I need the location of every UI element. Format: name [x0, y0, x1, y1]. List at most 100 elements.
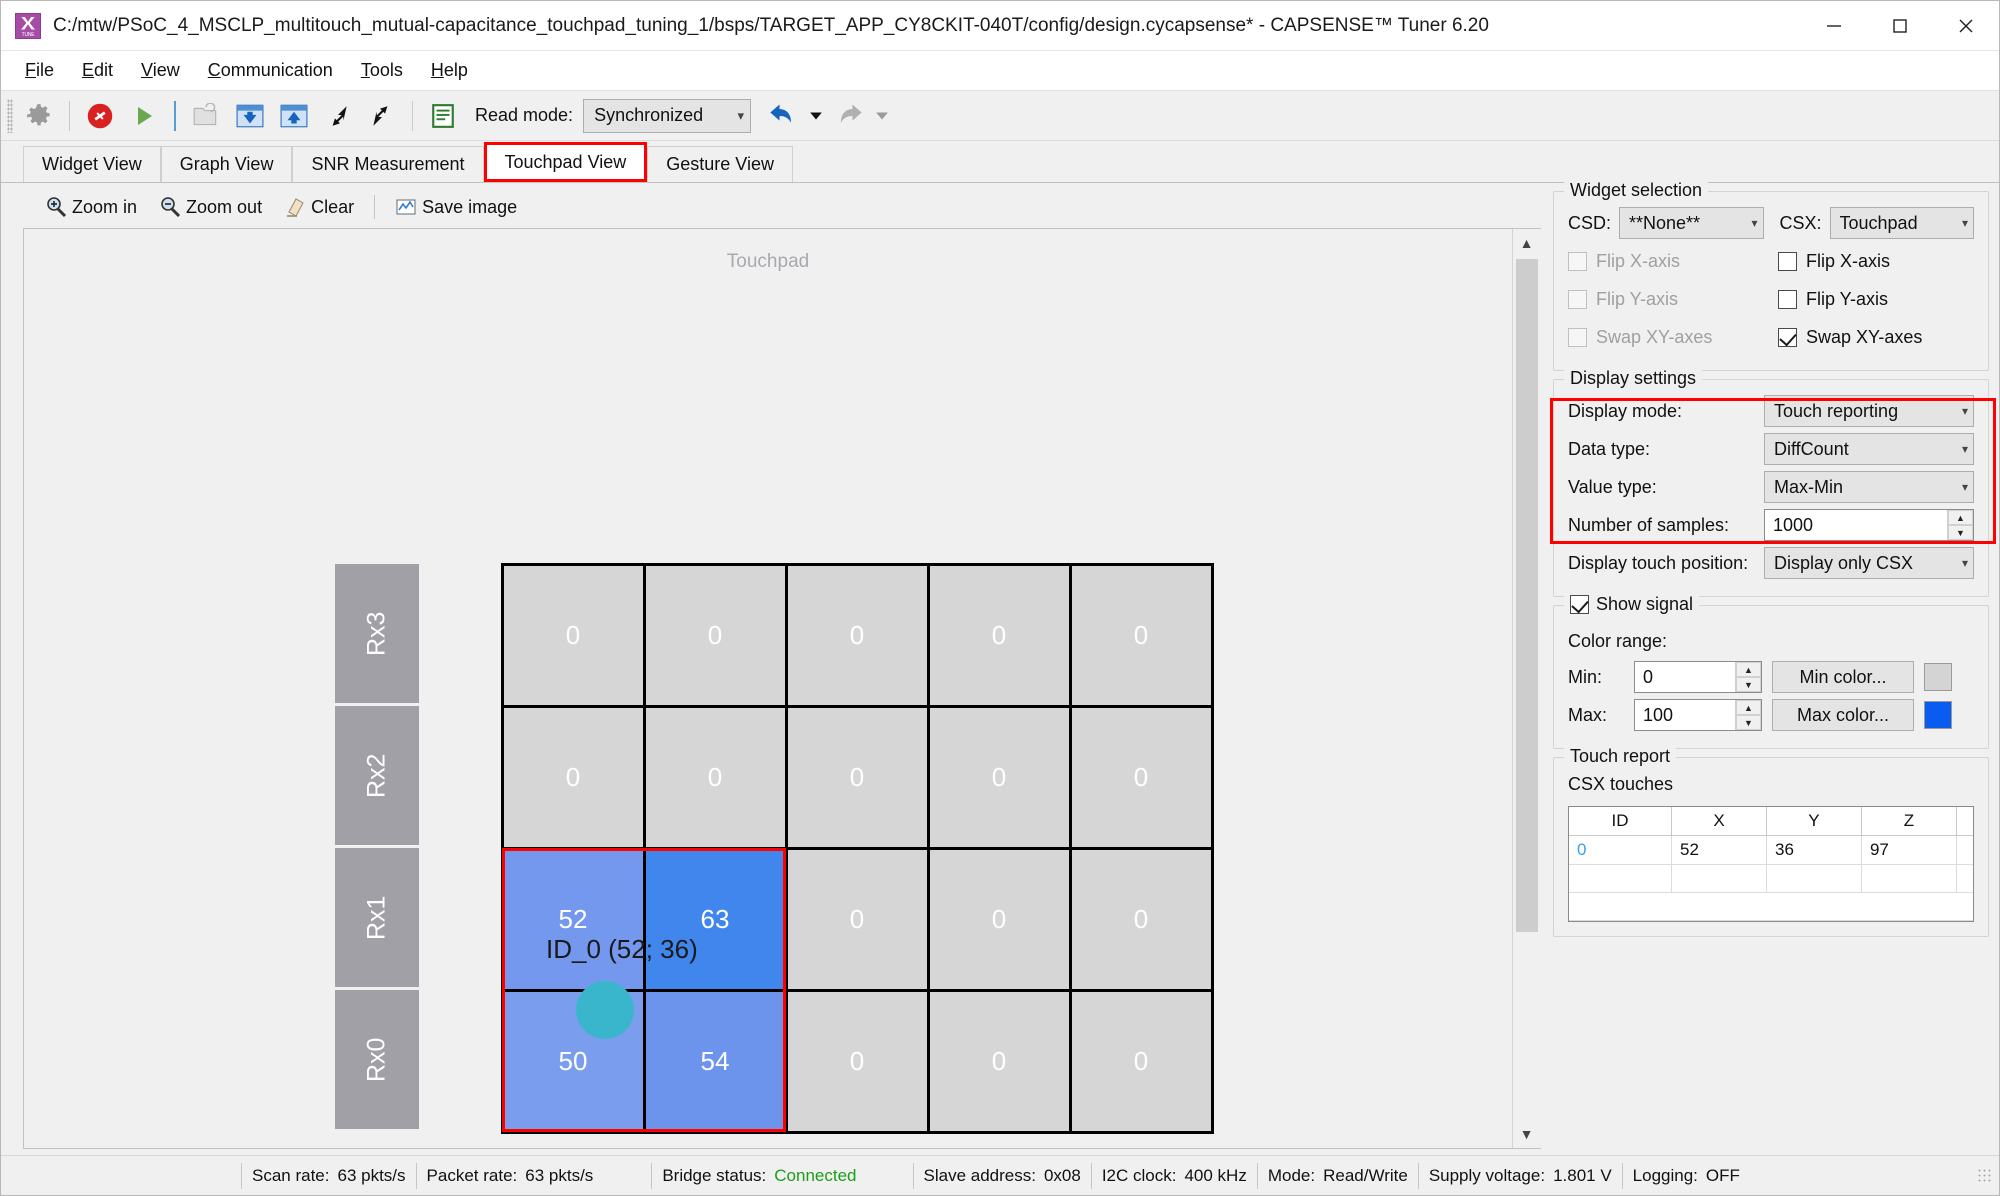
scroll-track[interactable]: [1512, 257, 1541, 1120]
grid-cell[interactable]: 0: [500, 704, 646, 850]
menu-tools[interactable]: Tools: [347, 56, 417, 85]
table-row[interactable]: [1569, 892, 1973, 921]
zoom-out-button[interactable]: Zoom out: [151, 193, 270, 221]
import-icon[interactable]: [316, 95, 360, 137]
scroll-up-arrow-icon[interactable]: ▲: [1512, 229, 1541, 257]
csd-swap-checkbox[interactable]: [1568, 327, 1587, 347]
grid-cell[interactable]: 52: [500, 846, 646, 992]
menu-file[interactable]: File: [11, 56, 68, 85]
grid-cell[interactable]: 0: [784, 704, 930, 850]
samples-input[interactable]: 1000 ▲ ▼: [1764, 509, 1974, 541]
export-icon[interactable]: [360, 95, 404, 137]
csd-flip-y-checkbox[interactable]: [1568, 289, 1587, 309]
csx-flip-y-checkbox[interactable]: [1778, 289, 1797, 309]
view-tabs: Widget View Graph View SNR Measurement T…: [1, 141, 1999, 183]
touch-position-select[interactable]: Display only CSX ▾: [1764, 547, 1974, 579]
csd-flip-x-checkbox[interactable]: [1568, 251, 1587, 271]
scroll-thumb[interactable]: [1515, 259, 1538, 933]
grid-cell[interactable]: 0: [642, 562, 788, 708]
zoom-in-button[interactable]: Zoom in: [37, 193, 145, 221]
value-type-select[interactable]: Max-Min ▾: [1764, 471, 1974, 503]
col-y[interactable]: Y: [1766, 807, 1862, 836]
stepper-up-icon[interactable]: ▲: [1736, 662, 1761, 677]
col-z[interactable]: Z: [1861, 807, 1957, 836]
min-stepper[interactable]: ▲ ▼: [1735, 662, 1761, 692]
grid-cell[interactable]: 0: [926, 846, 1072, 992]
grid-cell[interactable]: 63: [642, 846, 788, 992]
col-x[interactable]: X: [1671, 807, 1767, 836]
table-row[interactable]: [1569, 864, 1973, 893]
touchpad-canvas[interactable]: Touchpad Rx3 Rx2 Rx1 Rx0 0 0 0 0 0 0 0 0…: [24, 229, 1512, 1148]
start-icon[interactable]: [122, 95, 166, 137]
log-icon[interactable]: [421, 95, 465, 137]
stepper-down-icon[interactable]: ▼: [1736, 677, 1761, 692]
disconnect-icon[interactable]: [78, 95, 122, 137]
redo-icon[interactable]: [827, 95, 871, 137]
minimize-button[interactable]: [1801, 1, 1867, 51]
col-id[interactable]: ID: [1569, 807, 1672, 836]
csx-touches-table[interactable]: ID X Y Z 0 52 36 97: [1568, 806, 1974, 922]
touchpad-grid[interactable]: 0 0 0 0 0 0 0 0 0 0 52 63 0 0 0 50 54 0 …: [500, 562, 1214, 1134]
grid-cell[interactable]: 0: [1068, 704, 1214, 850]
apply-to-device-icon[interactable]: [228, 95, 272, 137]
data-type-select[interactable]: DiffCount ▾: [1764, 433, 1974, 465]
show-signal-checkbox[interactable]: [1570, 595, 1589, 614]
menu-help[interactable]: Help: [417, 56, 482, 85]
grid-cell[interactable]: 0: [1068, 988, 1214, 1134]
grid-cell[interactable]: 0: [926, 704, 1072, 850]
tab-snr-measurement[interactable]: SNR Measurement: [292, 146, 484, 182]
grid-cell[interactable]: 0: [926, 988, 1072, 1134]
apply-to-project-icon[interactable]: [272, 95, 316, 137]
grid-cell[interactable]: 0: [642, 704, 788, 850]
grid-cell[interactable]: 0: [926, 562, 1072, 708]
csd-select[interactable]: **None** ▾: [1619, 207, 1764, 239]
grid-cell[interactable]: 54: [642, 988, 788, 1134]
csd-value: **None**: [1629, 212, 1701, 233]
csx-swap-checkbox[interactable]: [1778, 327, 1797, 347]
resize-grip-icon[interactable]: [1977, 1167, 1993, 1184]
grid-cell[interactable]: 0: [1068, 562, 1214, 708]
grid-cell[interactable]: 0: [784, 988, 930, 1134]
scroll-down-arrow-icon[interactable]: ▼: [1512, 1120, 1541, 1148]
undo-icon[interactable]: [761, 95, 805, 137]
menu-view[interactable]: View: [127, 56, 194, 85]
clear-button[interactable]: Clear: [276, 193, 362, 221]
menu-communication[interactable]: Communication: [194, 56, 347, 85]
close-button[interactable]: [1933, 1, 1999, 51]
max-input[interactable]: 100 ▲ ▼: [1634, 699, 1762, 731]
grid-cell[interactable]: 0: [1068, 846, 1214, 992]
tab-touchpad-view[interactable]: Touchpad View: [483, 142, 648, 182]
grid-cell[interactable]: 0: [500, 562, 646, 708]
maximize-button[interactable]: [1867, 1, 1933, 51]
stepper-down-icon[interactable]: ▼: [1736, 715, 1761, 730]
canvas-vertical-scrollbar[interactable]: ▲ ▼: [1512, 229, 1541, 1148]
grid-cell[interactable]: 0: [784, 562, 930, 708]
toolbar-grip[interactable]: [7, 98, 13, 133]
stepper-up-icon[interactable]: ▲: [1948, 510, 1973, 525]
open-file-icon[interactable]: [184, 95, 228, 137]
max-color-button[interactable]: Max color...: [1772, 699, 1914, 731]
gear-icon[interactable]: [17, 95, 61, 137]
csx-flip-y-label: Flip Y-axis: [1806, 288, 1889, 309]
undo-dropdown-icon[interactable]: [805, 95, 827, 137]
display-mode-select[interactable]: Touch reporting ▾: [1764, 395, 1974, 427]
stepper-up-icon[interactable]: ▲: [1736, 700, 1761, 715]
table-row[interactable]: 0 52 36 97: [1569, 835, 1973, 865]
tab-gesture-view[interactable]: Gesture View: [647, 146, 793, 182]
csx-select[interactable]: Touchpad ▾: [1829, 207, 1974, 239]
cell-id: [1569, 864, 1672, 893]
save-image-button[interactable]: Save image: [387, 193, 525, 221]
min-color-button[interactable]: Min color...: [1772, 661, 1914, 693]
min-input[interactable]: 0 ▲ ▼: [1634, 661, 1762, 693]
grid-cell[interactable]: 0: [784, 846, 930, 992]
max-stepper[interactable]: ▲ ▼: [1735, 700, 1761, 730]
csx-flip-x-checkbox[interactable]: [1778, 251, 1797, 271]
read-mode-select[interactable]: Synchronized ▾: [583, 98, 752, 133]
samples-stepper[interactable]: ▲ ▼: [1947, 510, 1973, 540]
stepper-down-icon[interactable]: ▼: [1948, 525, 1973, 540]
status-scan-rate: Scan rate: 63 pkts/s: [252, 1166, 406, 1186]
redo-dropdown-icon[interactable]: [871, 95, 893, 137]
menu-edit[interactable]: Edit: [68, 56, 127, 85]
tab-widget-view[interactable]: Widget View: [23, 146, 161, 182]
tab-graph-view[interactable]: Graph View: [160, 146, 293, 182]
